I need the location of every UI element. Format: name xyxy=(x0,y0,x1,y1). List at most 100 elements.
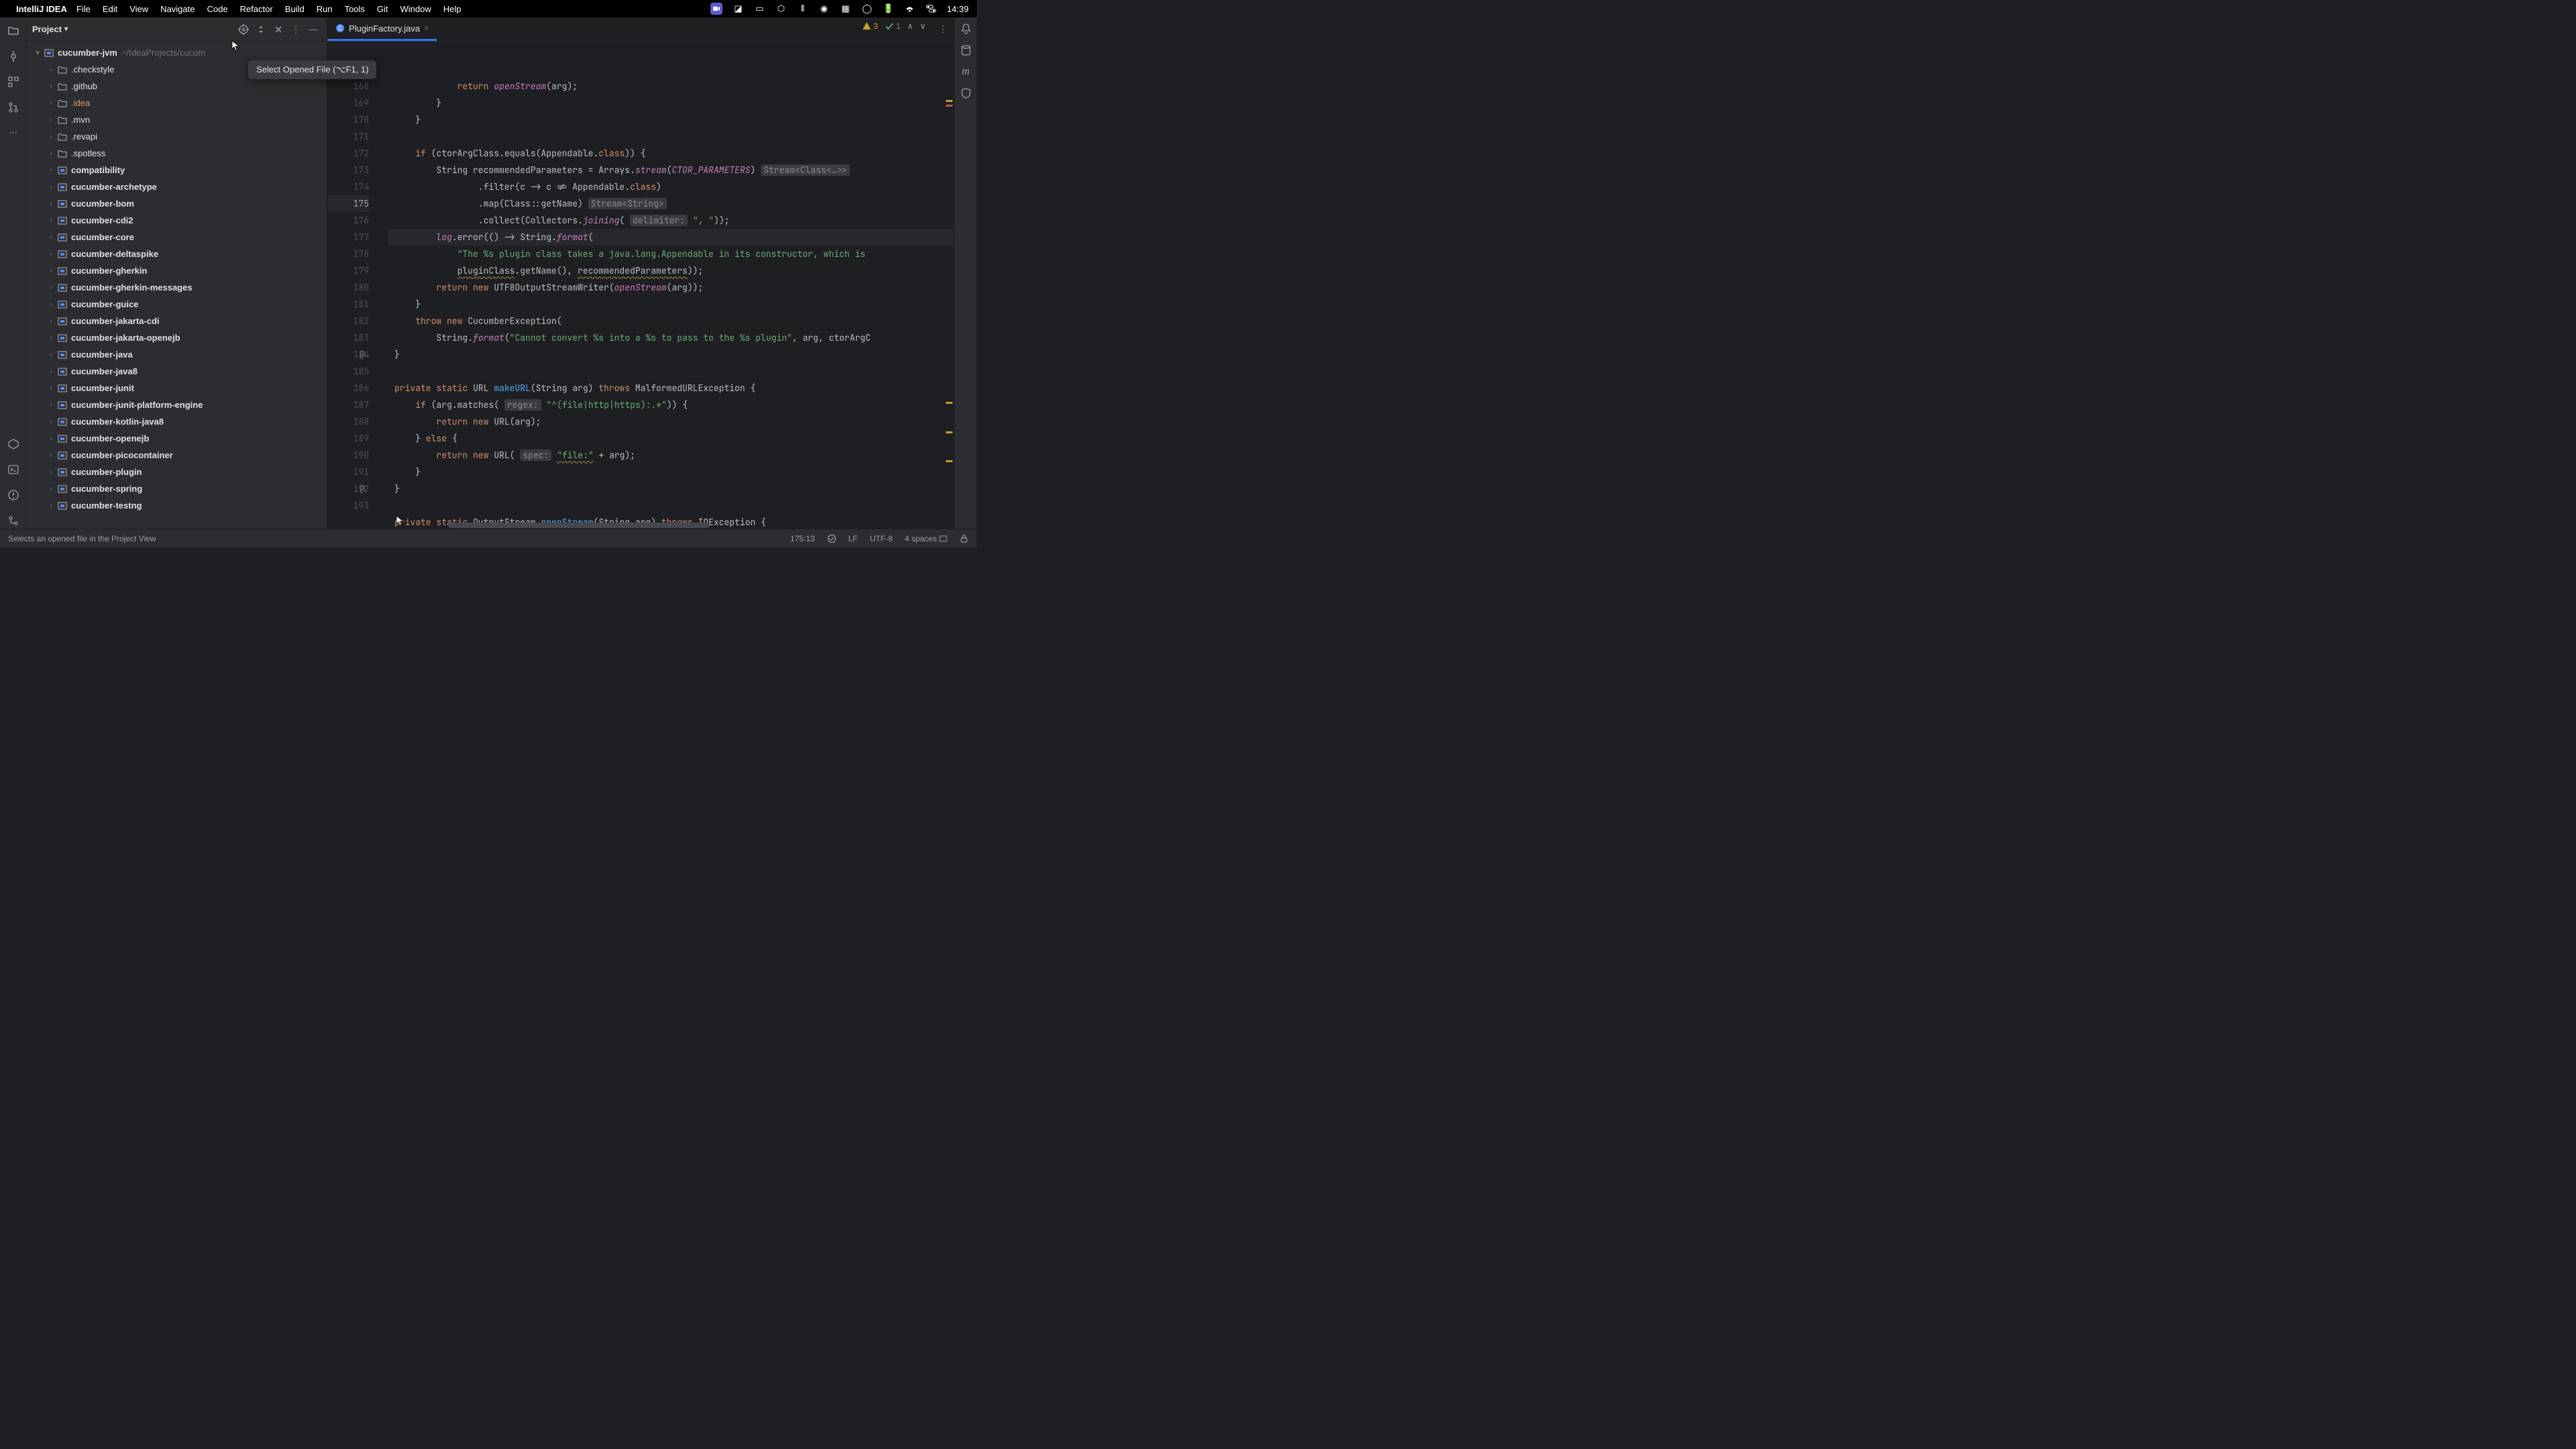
tree-item[interactable]: ›cucumber-archetype xyxy=(27,178,327,195)
editor-code[interactable]: return openStream(arg); } } if (ctorArgC… xyxy=(388,42,954,529)
menubar-time[interactable]: 14:39 xyxy=(947,4,969,14)
stripe-mark[interactable] xyxy=(946,105,953,107)
code-line[interactable]: } else { xyxy=(388,430,954,447)
code-line[interactable]: .map(Class::getName) Stream<String> xyxy=(388,195,954,212)
code-line[interactable]: } xyxy=(388,346,954,363)
code-line[interactable]: } xyxy=(388,296,954,313)
database-tool-icon[interactable] xyxy=(960,44,972,56)
code-line[interactable]: private static URL makeURL(String arg) t… xyxy=(388,380,954,396)
menu-window[interactable]: Window xyxy=(400,4,431,14)
menu-run[interactable]: Run xyxy=(317,4,333,14)
next-highlight-button[interactable]: ∨ xyxy=(920,21,926,31)
control-center-icon[interactable] xyxy=(925,3,937,15)
project-panel-title[interactable]: Project ▾ xyxy=(32,24,68,34)
tree-item[interactable]: ›.spotless xyxy=(27,145,327,162)
override-gutter-icon[interactable]: @ xyxy=(360,346,365,363)
more-tool-icon[interactable]: ⋯ xyxy=(5,125,21,141)
code-line[interactable]: String.format("Cannot convert %s into a … xyxy=(388,329,954,346)
status-icon-6[interactable]: ▦ xyxy=(839,3,851,15)
error-stripe[interactable] xyxy=(945,42,954,529)
code-line[interactable]: } xyxy=(388,111,954,128)
prev-highlight-button[interactable]: ∧ xyxy=(907,21,913,31)
line-separator-icon[interactable] xyxy=(827,534,837,543)
menu-file[interactable]: File xyxy=(76,4,91,14)
code-line[interactable]: log.error(() -> String.format( xyxy=(388,229,954,246)
tree-item[interactable]: ›cucumber-bom xyxy=(27,195,327,212)
menu-git[interactable]: Git xyxy=(377,4,388,14)
code-line[interactable]: .collect(Collectors.joining( delimiter: … xyxy=(388,212,954,229)
menu-help[interactable]: Help xyxy=(443,4,462,14)
tree-item[interactable]: ›.mvn xyxy=(27,111,327,128)
panel-options-button[interactable]: ⋮ xyxy=(288,21,304,38)
tab-pluginfactory[interactable]: C PluginFactory.java × xyxy=(327,17,437,41)
override-gutter-icon[interactable]: @ xyxy=(360,480,365,497)
menu-tools[interactable]: Tools xyxy=(344,4,364,14)
readonly-toggle-icon[interactable] xyxy=(959,534,969,543)
tree-item[interactable]: ›cucumber-core xyxy=(27,229,327,246)
line-separator[interactable]: LF xyxy=(849,534,858,543)
status-icon-4[interactable]: ⦀ xyxy=(796,3,808,15)
battery-icon[interactable]: 🔋 xyxy=(882,3,894,15)
commit-tool-icon[interactable] xyxy=(5,48,21,64)
structure-tool-icon[interactable] xyxy=(5,74,21,90)
horizontal-scrollbar[interactable] xyxy=(448,522,945,529)
tree-item[interactable]: ›cucumber-deltaspike xyxy=(27,246,327,262)
editor-body[interactable]: 1671681691701711721731741751761771781791… xyxy=(327,42,954,529)
code-line[interactable]: .filter(c -> c != Appendable.class) xyxy=(388,178,954,195)
collapse-all-button[interactable] xyxy=(270,21,286,38)
code-line[interactable]: pluginClass.getName(), recommendedParame… xyxy=(388,262,954,279)
hide-panel-button[interactable]: — xyxy=(305,21,321,38)
tree-item[interactable]: ›.revapi xyxy=(27,128,327,145)
status-icon-1[interactable]: ◪ xyxy=(732,3,744,15)
caret-position[interactable]: 175:13 xyxy=(790,534,815,543)
menu-build[interactable]: Build xyxy=(285,4,305,14)
expand-all-button[interactable] xyxy=(253,21,269,38)
tree-item[interactable]: ›cucumber-plugin xyxy=(27,464,327,480)
project-tool-icon[interactable] xyxy=(5,23,21,39)
tree-item[interactable]: ›cucumber-spring xyxy=(27,480,327,497)
pull-requests-tool-icon[interactable] xyxy=(5,99,21,115)
stripe-mark[interactable] xyxy=(946,402,953,404)
notifications-icon[interactable] xyxy=(960,23,972,35)
stripe-mark[interactable] xyxy=(946,100,953,102)
tree-item[interactable]: ›cucumber-gherkin xyxy=(27,262,327,279)
app-name[interactable]: IntelliJ IDEA xyxy=(16,4,67,14)
tree-item[interactable]: ›compatibility xyxy=(27,162,327,178)
wifi-icon[interactable] xyxy=(904,3,916,15)
user-icon[interactable]: ◯ xyxy=(861,3,873,15)
menu-view[interactable]: View xyxy=(129,4,148,14)
tree-item[interactable]: ›cucumber-kotlin-java8 xyxy=(27,413,327,430)
tree-item[interactable]: ›cucumber-junit-platform-engine xyxy=(27,396,327,413)
tree-item[interactable]: ›cucumber-testng xyxy=(27,497,327,514)
tree-item[interactable]: ›cucumber-picocontainer xyxy=(27,447,327,464)
code-line[interactable] xyxy=(388,128,954,145)
screen-record-icon[interactable] xyxy=(710,3,722,15)
tree-root[interactable]: ▾ cucumber-jvm ~/IdeaProjects/cucum xyxy=(27,44,327,61)
code-line[interactable]: return new URL( spec: "file:" + arg); xyxy=(388,447,954,464)
code-line[interactable]: } xyxy=(388,464,954,480)
tree-item[interactable]: ›cucumber-jakarta-cdi xyxy=(27,313,327,329)
build-tool-icon[interactable] xyxy=(5,436,21,452)
code-line[interactable] xyxy=(388,363,954,380)
code-line[interactable]: String recommendedParameters = Arrays.st… xyxy=(388,162,954,178)
select-opened-file-button[interactable] xyxy=(235,21,252,38)
menu-edit[interactable]: Edit xyxy=(103,4,117,14)
weak-warnings-indicator[interactable]: 1 xyxy=(885,21,901,31)
code-line[interactable]: return new UTF8OutputStreamWriter(openSt… xyxy=(388,279,954,296)
tree-item[interactable]: ›cucumber-java8 xyxy=(27,363,327,380)
menu-refactor[interactable]: Refactor xyxy=(240,4,273,14)
tree-item[interactable]: ›.idea xyxy=(27,95,327,111)
indent-settings[interactable]: 4 spaces xyxy=(905,534,947,543)
stripe-mark[interactable] xyxy=(946,431,953,433)
status-icon-2[interactable]: ▭ xyxy=(753,3,765,15)
warnings-indicator[interactable]: 3 xyxy=(862,21,878,31)
code-line[interactable]: } xyxy=(388,95,954,111)
editor-gutter[interactable]: 1671681691701711721731741751761771781791… xyxy=(327,42,388,529)
status-icon-3[interactable]: ⬡ xyxy=(775,3,787,15)
coverage-tool-icon[interactable] xyxy=(960,87,972,99)
code-line[interactable]: return new URL(arg); xyxy=(388,413,954,430)
tree-item[interactable]: ›cucumber-jakarta-openejb xyxy=(27,329,327,346)
project-tree[interactable]: ▾ cucumber-jvm ~/IdeaProjects/cucum ›.ch… xyxy=(27,42,327,529)
close-tab-button[interactable]: × xyxy=(424,23,429,33)
status-icon-5[interactable]: ◉ xyxy=(818,3,830,15)
